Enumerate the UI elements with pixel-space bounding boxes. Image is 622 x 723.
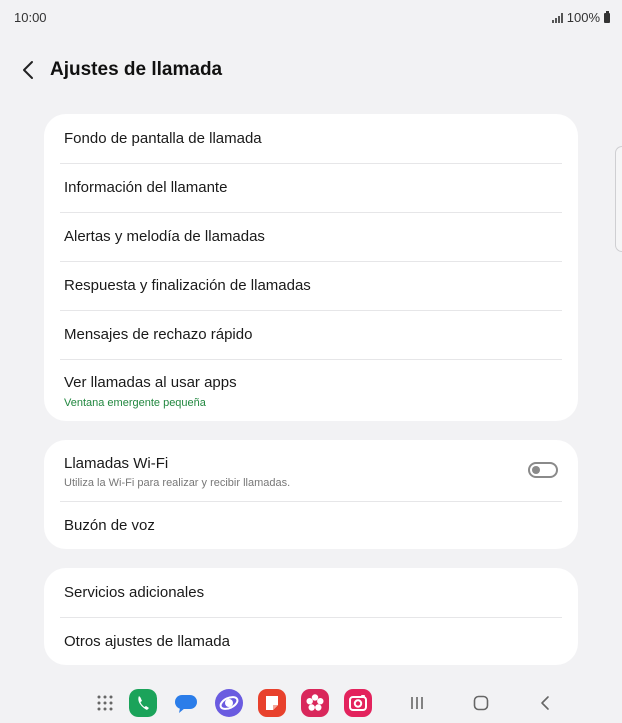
page-title: Ajustes de llamada bbox=[50, 59, 223, 80]
setting-voicemail[interactable]: Buzón de voz bbox=[44, 501, 578, 549]
settings-card-general: Fondo de pantalla de llamada Información… bbox=[44, 114, 578, 421]
setting-title: Llamadas Wi-Fi bbox=[64, 455, 169, 472]
status-indicators: 100% bbox=[551, 10, 610, 25]
home-icon[interactable] bbox=[466, 688, 496, 718]
setting-wifi-calling[interactable]: Llamadas Wi-Fi Utiliza la Wi-Fi para rea… bbox=[44, 440, 578, 501]
setting-title: Servicios adicionales bbox=[64, 584, 205, 601]
taskbar bbox=[0, 684, 622, 723]
apps-grid-icon[interactable] bbox=[90, 688, 120, 718]
status-time: 10:00 bbox=[14, 10, 47, 25]
setting-subtitle: Utiliza la Wi-Fi para realizar y recibir… bbox=[64, 477, 291, 489]
setting-other-call-settings[interactable]: Otros ajustes de llamada bbox=[44, 617, 578, 665]
gallery-icon[interactable] bbox=[300, 688, 330, 718]
back-button[interactable] bbox=[14, 56, 42, 84]
setting-subtitle: Ventana emergente pequeña bbox=[64, 397, 206, 409]
setting-call-background[interactable]: Fondo de pantalla de llamada bbox=[44, 114, 578, 163]
setting-title: Ver llamadas al usar apps bbox=[64, 374, 237, 391]
setting-calls-while-using-apps[interactable]: Ver llamadas al usar apps Ventana emerge… bbox=[44, 359, 578, 421]
settings-card-more: Servicios adicionales Otros ajustes de l… bbox=[44, 568, 578, 665]
setting-title: Mensajes de rechazo rápido bbox=[64, 326, 253, 343]
setting-title: Alertas y melodía de llamadas bbox=[64, 228, 265, 245]
setting-caller-info[interactable]: Información del llamante bbox=[44, 163, 578, 212]
setting-title: Buzón de voz bbox=[64, 517, 155, 534]
chevron-left-icon bbox=[23, 61, 33, 79]
signal-icon bbox=[551, 12, 563, 23]
notes-icon[interactable] bbox=[257, 688, 287, 718]
setting-call-alerts-ringtone[interactable]: Alertas y melodía de llamadas bbox=[44, 212, 578, 261]
settings-card-wifi-voicemail: Llamadas Wi-Fi Utiliza la Wi-Fi para rea… bbox=[44, 440, 578, 549]
setting-title: Otros ajustes de llamada bbox=[64, 633, 230, 650]
setting-answer-end-calls[interactable]: Respuesta y finalización de llamadas bbox=[44, 261, 578, 310]
recents-icon[interactable] bbox=[402, 688, 432, 718]
battery-icon bbox=[604, 10, 610, 23]
camera-icon[interactable] bbox=[343, 688, 373, 718]
setting-title: Respuesta y finalización de llamadas bbox=[64, 277, 311, 294]
wifi-calling-toggle[interactable] bbox=[528, 462, 558, 478]
messages-icon[interactable] bbox=[171, 688, 201, 718]
app-header: Ajustes de llamada bbox=[0, 52, 622, 88]
phone-icon[interactable] bbox=[128, 688, 158, 718]
setting-title: Fondo de pantalla de llamada bbox=[64, 130, 262, 147]
status-bar: 10:00 100% bbox=[0, 0, 622, 36]
setting-title: Información del llamante bbox=[64, 179, 228, 196]
toggle-knob bbox=[532, 466, 540, 474]
back-icon[interactable] bbox=[530, 688, 560, 718]
setting-quick-decline-messages[interactable]: Mensajes de rechazo rápido bbox=[44, 310, 578, 359]
battery-percent: 100% bbox=[566, 10, 600, 25]
internet-icon[interactable] bbox=[214, 688, 244, 718]
setting-additional-services[interactable]: Servicios adicionales bbox=[44, 568, 578, 617]
edge-panel-handle[interactable] bbox=[615, 146, 622, 252]
